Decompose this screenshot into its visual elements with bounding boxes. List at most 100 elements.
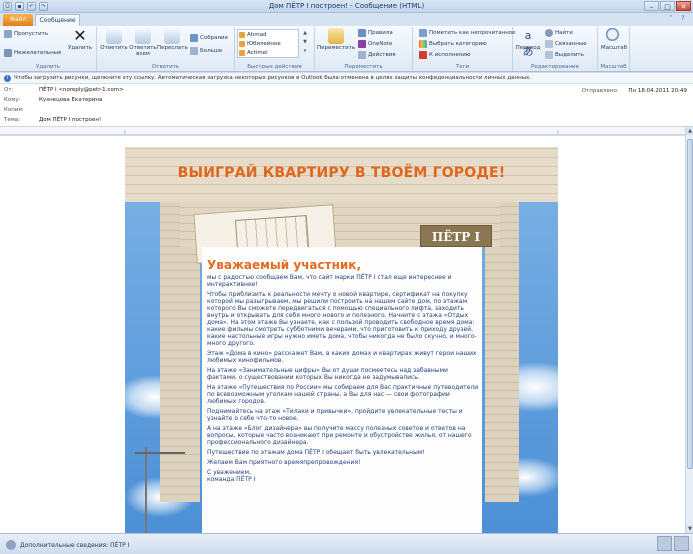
recipient[interactable]: Кузнецова Екатерина [39,97,102,106]
category-icon [419,40,427,48]
translate-button[interactable]: aあ Перевод [514,28,542,58]
more-icon [190,47,198,55]
ruler [0,127,685,135]
brick-wall: ВЫИГРАЙ КВАРТИРУ В ТВОЁМ ГОРОДЕ! [125,147,558,202]
actions-icon [358,51,366,59]
ruler-ticks [124,130,559,134]
email-banner: ВЫИГРАЙ КВАРТИРУ В ТВОЁМ ГОРОДЕ! ПЁТР I … [125,147,558,533]
group-zoom: Масштаб Масштаб [598,27,630,71]
picture-download-infobar[interactable]: i Чтобы загрузить рисунки, щелкните эту … [0,73,693,84]
reply-button[interactable]: Ответить [99,28,129,51]
subject-row: Тема: Дом ПЁТР I построен! [4,117,101,126]
find-icon [545,29,553,37]
paragraph: На этаже «Путешествия по России» мы соби… [207,384,479,405]
paragraph: Путешествие по этажам дома ПЁТР I обещае… [207,449,425,456]
paragraph: Чтобы приблизить к реальности мечту о но… [207,291,477,347]
scroll-down-icon[interactable]: ▼ [686,525,693,533]
quick-step-item[interactable]: Actimel [238,48,298,57]
window-controls: – □ ✕ [644,1,691,11]
paragraph: мы с радостью сообщаем Вам, что сайт мар… [207,274,452,288]
building-right [485,202,519,502]
to-row: Кому: Кузнецова Екатерина [4,97,102,106]
scroll-thumb[interactable] [687,139,693,469]
group-delete: Пропустить Нежелательные ✕ Удалить Удали… [0,27,97,71]
group-quick-steps: Ahmad Юбилейное Actimel ▲ ▼ ▾ Быстрые дейс… [235,27,315,71]
ignore-button[interactable]: Пропустить [4,30,48,38]
letter-panel: Уважаемый участник, мы с радостью сообща… [202,247,482,533]
group-move: Переместить Правила OneNote Действия Пер… [315,27,413,71]
signature: С уважением, команда ПЁТР I [207,469,256,483]
delete-button[interactable]: ✕ Удалить [65,26,95,52]
zoom-button[interactable]: Масштаб [599,28,629,51]
related-icon [545,40,553,48]
paragraph: Желаем Вам приятного времяпрепровождения… [207,459,361,466]
title-bar: O ▪ ↶ ↷ Дом ПЁТР I построен! - Сообщение… [0,0,693,13]
tab-message[interactable]: Сообщение [35,14,80,26]
avatar[interactable] [657,536,672,551]
ribbon: Пропустить Нежелательные ✕ Удалить Удали… [0,26,693,72]
close-icon[interactable]: ✕ [676,1,691,11]
junk-button[interactable]: Нежелательные [4,49,61,57]
window-title: Дом ПЁТР I построен! - Сообщение (HTML) [268,2,425,10]
reply-all-button[interactable]: Ответить всем [128,28,158,57]
scroll-up-icon[interactable]: ▲ [686,127,693,135]
help-icon[interactable]: ? [679,15,687,23]
sender[interactable]: ПЁТР I <noreply@petr-1.com> [39,87,124,96]
meeting-icon [190,34,198,42]
quick-step-icon [239,31,245,38]
categorize-button[interactable]: Выбрать категорию [419,40,487,48]
vertical-scrollbar[interactable]: ▲ ▼ [685,127,693,533]
people-pane-info[interactable]: Дополнительные сведения: ПЁТР I [6,540,129,550]
rules-button[interactable]: Правила [358,29,393,37]
cc-row: Копия: [4,107,24,113]
delete-icon: ✕ [73,26,87,45]
rules-icon [358,29,366,37]
forward-icon [164,28,180,44]
onenote-icon [358,40,366,48]
move-button[interactable]: Переместить [317,28,355,51]
contact-avatars [657,536,689,551]
message-header: От: ПЁТР I <noreply@petr-1.com> Кому: Ку… [0,84,693,127]
tab-file[interactable]: Файл [3,14,33,26]
meeting-button[interactable]: Собрание [190,34,228,42]
envelope-icon [419,29,427,37]
petr-logo[interactable]: ПЁТР I [420,225,492,247]
magnifier-icon [606,28,622,44]
status-bar: Дополнительные сведения: ПЁТР I [0,533,693,554]
follow-up-button[interactable]: К исполнению [419,51,471,59]
greeting: Уважаемый участник, [207,258,361,272]
subject: Дом ПЁТР I построен! [39,117,102,123]
flag-icon [419,51,427,59]
message-body[interactable]: ВЫИГРАЙ КВАРТИРУ В ТВОЁМ ГОРОДЕ! ПЁТР I … [0,136,685,533]
avatar[interactable] [674,536,689,551]
promo-headline[interactable]: ВЫИГРАЙ КВАРТИРУ В ТВОЁМ ГОРОДЕ! [125,165,558,181]
quick-step-icon [239,40,245,47]
quick-step-item[interactable]: Ahmad [238,30,298,39]
related-button[interactable]: Связанные [545,40,587,48]
paragraph: А на этаже «Блог дизайнера» вы получите … [207,425,472,446]
paragraph: На этаже «Занимательные цифры» Вы от душ… [207,367,448,381]
mark-unread-button[interactable]: Пометить как непрочитанное [419,29,516,37]
select-button[interactable]: Выделить [545,51,584,59]
translate-icon: aあ [522,29,534,58]
junk-icon [4,49,12,57]
group-respond: Ответить Ответить всем Переслать Собрани… [97,27,235,71]
paragraph: Этаж «Дома в кино» расскажет Вам, в каки… [207,350,477,364]
group-tags: Пометить как непрочитанное Выбрать катег… [413,27,516,71]
maximize-icon[interactable]: □ [660,1,675,11]
folder-icon [328,28,344,44]
quick-steps-scroll[interactable]: ▲ ▼ ▾ [301,29,309,58]
forward-button[interactable]: Переслать [157,28,188,51]
more-button[interactable]: Больше [190,47,222,55]
actions-button[interactable]: Действия [358,51,396,59]
quick-step-item[interactable]: Юбилейное [238,39,298,48]
onenote-button[interactable]: OneNote [358,40,392,48]
person-icon [6,540,16,550]
quick-steps-gallery[interactable]: Ahmad Юбилейное Actimel [237,29,299,58]
collapse-ribbon-icon[interactable]: ˄ [667,15,675,23]
minimize-icon[interactable]: – [644,1,659,11]
find-button[interactable]: Найти [545,29,573,37]
quick-step-icon [239,49,245,56]
paragraph: Поднимайтесь на этаж «Тилаки и привычки»… [207,408,463,422]
info-icon: i [4,75,11,82]
